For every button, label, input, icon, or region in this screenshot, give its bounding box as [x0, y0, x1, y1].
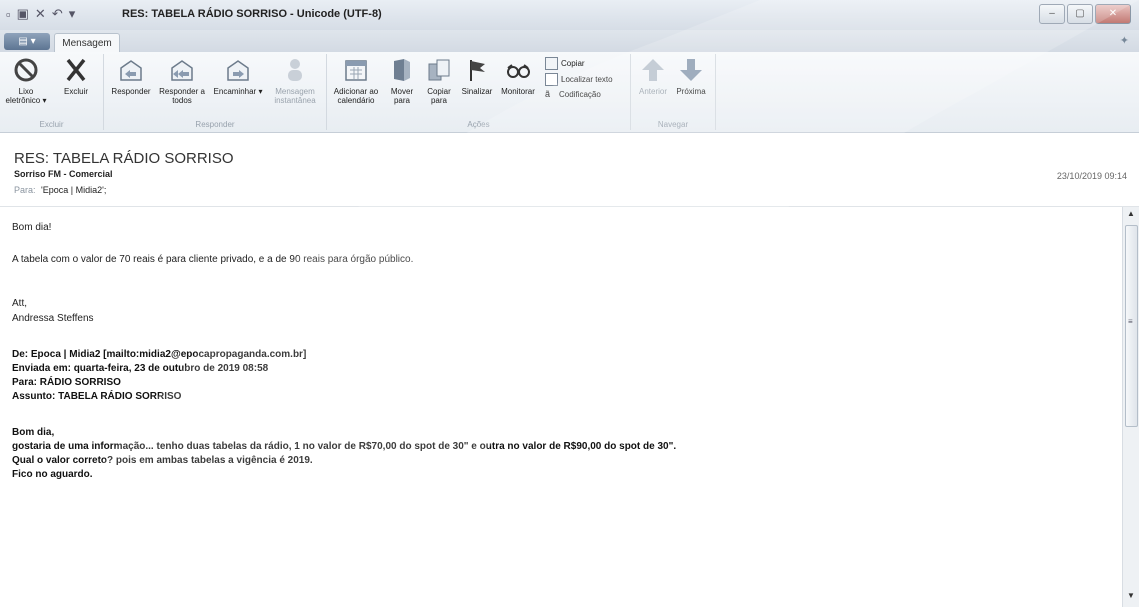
message-body: Bom dia! A tabela com o valor de 70 reai… [0, 207, 1122, 607]
reply-button[interactable]: Responder [108, 56, 154, 96]
copy-icon [545, 57, 558, 70]
group-navegar: Anterior Próxima Navegar [631, 54, 716, 130]
ribbon-tabs: ▤ ▾ Mensagem ✦ [0, 30, 1139, 53]
body-line: A tabela com o valor de 70 reais é para … [12, 254, 414, 265]
scroll-thumb[interactable] [1125, 225, 1138, 427]
title-bar: ▫ ▣ ✕ ↶ ▾ RES: TABELA RÁDIO SORRISO - Un… [0, 0, 1139, 31]
undo-icon[interactable]: ↶ [52, 6, 63, 22]
monitor-icon [507, 64, 530, 78]
message-subject: RES: TABELA RÁDIO SORRISO [14, 150, 234, 167]
group-excluir: Lixo eletrônico ▾ Excluir Excluir [0, 54, 104, 130]
up-arrow-icon [642, 59, 664, 81]
quoted-to: Para: RÁDIO SORRISO [12, 377, 121, 388]
quoted-line: gostaria de uma informação... tenho duas… [12, 441, 677, 452]
down-arrow-icon [680, 59, 702, 81]
save-icon[interactable]: ▣ [17, 6, 29, 22]
copy-to-button[interactable]: Copiar para [421, 56, 457, 105]
move-icon [394, 59, 410, 81]
quoted-greeting: Bom dia, [12, 427, 55, 438]
window-controls: – ▢ ✕ [1039, 4, 1131, 24]
junk-icon [14, 58, 38, 82]
calendar-icon [345, 60, 367, 81]
help-icon[interactable]: ✦ [1120, 34, 1129, 47]
next-button[interactable]: Próxima [673, 56, 709, 96]
im-icon [288, 59, 302, 81]
find-icon [545, 73, 558, 86]
flag-icon [470, 60, 485, 81]
quoted-subject: Assunto: TABELA RÁDIO SORRISO [12, 391, 182, 402]
group-label-acoes: Ações [467, 120, 490, 129]
copy-to-icon [428, 59, 450, 81]
reply-icon [120, 60, 142, 81]
to-label: Para: [14, 185, 36, 195]
delete-icon[interactable]: ✕ [35, 6, 46, 22]
reply-all-icon [171, 60, 193, 81]
quick-access-toolbar: ▫ ▣ ✕ ↶ ▾ [6, 6, 75, 22]
message-header: RES: TABELA RÁDIO SORRISO Sorriso FM - C… [0, 134, 1139, 207]
delete-button[interactable]: Excluir [56, 56, 96, 96]
quoted-line: Qual o valor correto? pois em ambas tabe… [12, 455, 313, 466]
quoted-from: De: Epoca | Midia2 [mailto:midia2@epocap… [12, 349, 307, 360]
scroll-grip-icon: ≡ [1128, 317, 1133, 326]
add-to-calendar-button[interactable]: Adicionar ao calendário [330, 56, 382, 105]
scroll-down-icon[interactable]: ▼ [1123, 591, 1139, 605]
maximize-button[interactable]: ▢ [1067, 4, 1093, 24]
window-title: RES: TABELA RÁDIO SORRISO - Unicode (UTF… [122, 8, 382, 20]
message-date: 23/10/2019 09:14 [1056, 171, 1127, 181]
find-text-button[interactable]: Localizar texto [545, 73, 613, 86]
ribbon: Lixo eletrônico ▾ Excluir Excluir Respon… [0, 52, 1139, 133]
forward-button[interactable]: Encaminhar ▾ [210, 56, 266, 96]
qat-dropdown-icon[interactable]: ▾ [69, 6, 76, 22]
reply-all-button[interactable]: Responder a todos [157, 56, 207, 105]
forward-icon [227, 60, 249, 81]
message-recipients: Para: 'Epoca | Midia2'; [14, 185, 106, 195]
previous-button[interactable]: Anterior [635, 56, 671, 96]
close-button[interactable]: ✕ [1095, 4, 1131, 24]
encoding-icon: ã [545, 89, 551, 99]
quoted-sent: Enviada em: quarta-feira, 23 de outubro … [12, 363, 269, 374]
signoff: Att, [12, 298, 28, 309]
junk-button[interactable]: Lixo eletrônico ▾ [4, 56, 48, 105]
encoding-button[interactable]: ã Codificação [545, 89, 601, 100]
group-label-excluir: Excluir [39, 120, 64, 129]
delete-icon [66, 58, 86, 82]
vertical-scrollbar[interactable]: ▲ ≡ ▼ [1122, 207, 1139, 607]
monitor-button[interactable]: Monitorar [497, 56, 539, 96]
greeting: Bom dia! [12, 222, 52, 233]
signature: Andressa Steffens [12, 313, 94, 324]
quoted-line: Fico no aguardo. [12, 469, 93, 480]
copy-button[interactable]: Copiar [545, 57, 585, 70]
app-icon[interactable]: ▫ [6, 7, 11, 22]
instant-message-button[interactable]: Mensagem instantânea [268, 56, 322, 105]
to-value[interactable]: 'Epoca | Midia2'; [41, 185, 106, 195]
scroll-up-icon[interactable]: ▲ [1123, 209, 1139, 223]
file-menu-button[interactable]: ▤ ▾ [4, 33, 50, 50]
message-sender[interactable]: Sorriso FM - Comercial [14, 169, 113, 179]
group-acoes: Adicionar ao calendário Mover para Copia… [327, 54, 631, 130]
flag-button[interactable]: Sinalizar [458, 56, 496, 96]
group-label-navegar: Navegar [657, 120, 689, 129]
minimize-button[interactable]: – [1039, 4, 1065, 24]
group-label-responder: Responder [195, 120, 235, 129]
group-responder: Responder Responder a todos Encaminhar ▾… [104, 54, 327, 130]
tab-mensagem[interactable]: Mensagem [54, 33, 120, 53]
move-to-button[interactable]: Mover para [385, 56, 419, 105]
